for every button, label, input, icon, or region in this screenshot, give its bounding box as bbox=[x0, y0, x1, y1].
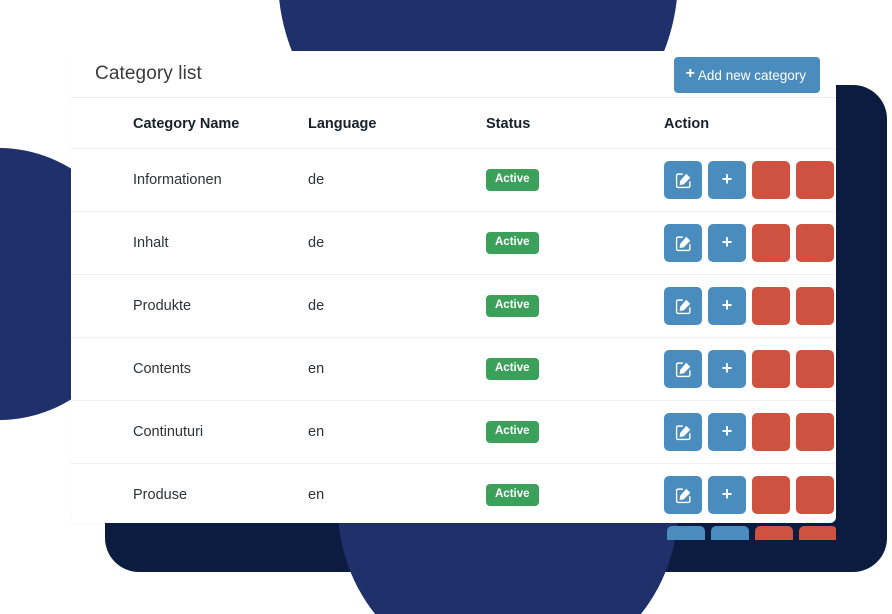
cell-language: de bbox=[308, 274, 486, 338]
cell-language: en bbox=[308, 400, 486, 464]
table-head: Category Name Language Status Action bbox=[71, 98, 836, 149]
row-action-group: + bbox=[664, 476, 836, 514]
action-3-button[interactable] bbox=[752, 224, 790, 262]
edit-button[interactable] bbox=[664, 350, 702, 388]
cell-actions: + bbox=[664, 211, 836, 275]
action-4-button[interactable] bbox=[796, 161, 834, 199]
table-body: Informationen de Active + Inhalt de Active + Pro… bbox=[71, 148, 836, 523]
action-4-button[interactable] bbox=[796, 413, 834, 451]
add-button[interactable]: + bbox=[708, 287, 746, 325]
add-button[interactable]: + bbox=[708, 161, 746, 199]
cell-category-name: Produkte bbox=[71, 274, 308, 338]
edit-button[interactable] bbox=[664, 287, 702, 325]
page-title: Category list bbox=[95, 63, 202, 84]
table-row: Produkte de Active + bbox=[71, 274, 836, 338]
table-row: Continuturi en Active + bbox=[71, 400, 836, 464]
add-button[interactable] bbox=[711, 526, 749, 540]
card-header: Category list + Add new category bbox=[71, 51, 836, 98]
cell-actions: + bbox=[664, 463, 836, 523]
plus-icon: + bbox=[721, 169, 733, 189]
action-4-button[interactable] bbox=[796, 224, 834, 262]
status-badge: Active bbox=[486, 295, 539, 317]
pencil-square-icon bbox=[675, 235, 692, 252]
action-3-button[interactable] bbox=[752, 161, 790, 199]
add-new-category-button[interactable]: + Add new category bbox=[673, 57, 820, 93]
add-button[interactable]: + bbox=[708, 413, 746, 451]
cell-status: Active bbox=[486, 400, 664, 464]
edit-button[interactable] bbox=[664, 161, 702, 199]
pencil-square-icon bbox=[675, 172, 692, 189]
edit-button[interactable] bbox=[664, 413, 702, 451]
row-action-group: + bbox=[664, 413, 836, 451]
table-row: Informationen de Active + bbox=[71, 148, 836, 212]
action-3-button[interactable] bbox=[752, 476, 790, 514]
action-3-button[interactable] bbox=[752, 413, 790, 451]
pencil-square-icon bbox=[675, 361, 692, 378]
action-3-button[interactable] bbox=[752, 350, 790, 388]
table-header-row: Category Name Language Status Action bbox=[71, 98, 836, 149]
cell-status: Active bbox=[486, 337, 664, 401]
plus-icon: + bbox=[721, 358, 733, 378]
action-4-button[interactable] bbox=[796, 350, 834, 388]
action-3-button[interactable] bbox=[752, 287, 790, 325]
row-action-group: + bbox=[664, 161, 836, 199]
add-new-category-label: Add new category bbox=[697, 67, 806, 83]
column-header-category-name: Category Name bbox=[71, 98, 308, 149]
table-row: Contents en Active + bbox=[71, 337, 836, 401]
row-action-group: + bbox=[664, 287, 836, 325]
cell-status: Active bbox=[486, 148, 664, 212]
status-badge: Active bbox=[486, 232, 539, 254]
plus-icon: + bbox=[685, 65, 695, 82]
cell-category-name: Produse bbox=[71, 463, 308, 523]
cell-actions: + bbox=[664, 148, 836, 212]
add-button[interactable]: + bbox=[708, 224, 746, 262]
column-header-status: Status bbox=[486, 98, 664, 149]
cell-status: Active bbox=[486, 274, 664, 338]
add-button[interactable]: + bbox=[708, 350, 746, 388]
edit-button[interactable] bbox=[664, 224, 702, 262]
cell-actions: + bbox=[664, 400, 836, 464]
action-4-button[interactable] bbox=[799, 526, 836, 540]
add-button[interactable]: + bbox=[708, 476, 746, 514]
cell-status: Active bbox=[486, 463, 664, 523]
row-action-group: + bbox=[664, 224, 836, 262]
plus-icon: + bbox=[721, 295, 733, 315]
row-action-group: + bbox=[664, 350, 836, 388]
action-3-button[interactable] bbox=[755, 526, 793, 540]
status-badge: Active bbox=[486, 358, 539, 380]
pencil-square-icon bbox=[675, 424, 692, 441]
cell-language: de bbox=[308, 211, 486, 275]
edit-button[interactable] bbox=[667, 526, 705, 540]
edit-button[interactable] bbox=[664, 476, 702, 514]
category-table: Category Name Language Status Action Inf… bbox=[71, 98, 836, 523]
action-4-button[interactable] bbox=[796, 476, 834, 514]
column-header-action: Action bbox=[664, 98, 836, 149]
cell-language: en bbox=[308, 337, 486, 401]
pencil-square-icon bbox=[675, 298, 692, 315]
screenshot-stage: Category list + Add new category Category… bbox=[0, 0, 892, 614]
plus-icon: + bbox=[721, 421, 733, 441]
cell-category-name: Continuturi bbox=[71, 400, 308, 464]
clipped-next-row bbox=[71, 524, 836, 540]
plus-icon: + bbox=[721, 232, 733, 252]
cell-category-name: Informationen bbox=[71, 148, 308, 212]
cell-language: en bbox=[308, 463, 486, 523]
category-list-card: Category list + Add new category Category… bbox=[71, 51, 836, 523]
plus-icon: + bbox=[721, 484, 733, 504]
table-row: Produse en Active + bbox=[71, 463, 836, 523]
status-badge: Active bbox=[486, 484, 539, 506]
cell-actions: + bbox=[664, 337, 836, 401]
cell-category-name: Contents bbox=[71, 337, 308, 401]
cell-status: Active bbox=[486, 211, 664, 275]
action-4-button[interactable] bbox=[796, 287, 834, 325]
cell-actions: + bbox=[664, 274, 836, 338]
status-badge: Active bbox=[486, 421, 539, 443]
clipped-row-actions bbox=[667, 526, 836, 540]
cell-category-name: Inhalt bbox=[71, 211, 308, 275]
table-row: Inhalt de Active + bbox=[71, 211, 836, 275]
pencil-square-icon bbox=[675, 487, 692, 504]
status-badge: Active bbox=[486, 169, 539, 191]
column-header-language: Language bbox=[308, 98, 486, 149]
cell-language: de bbox=[308, 148, 486, 212]
